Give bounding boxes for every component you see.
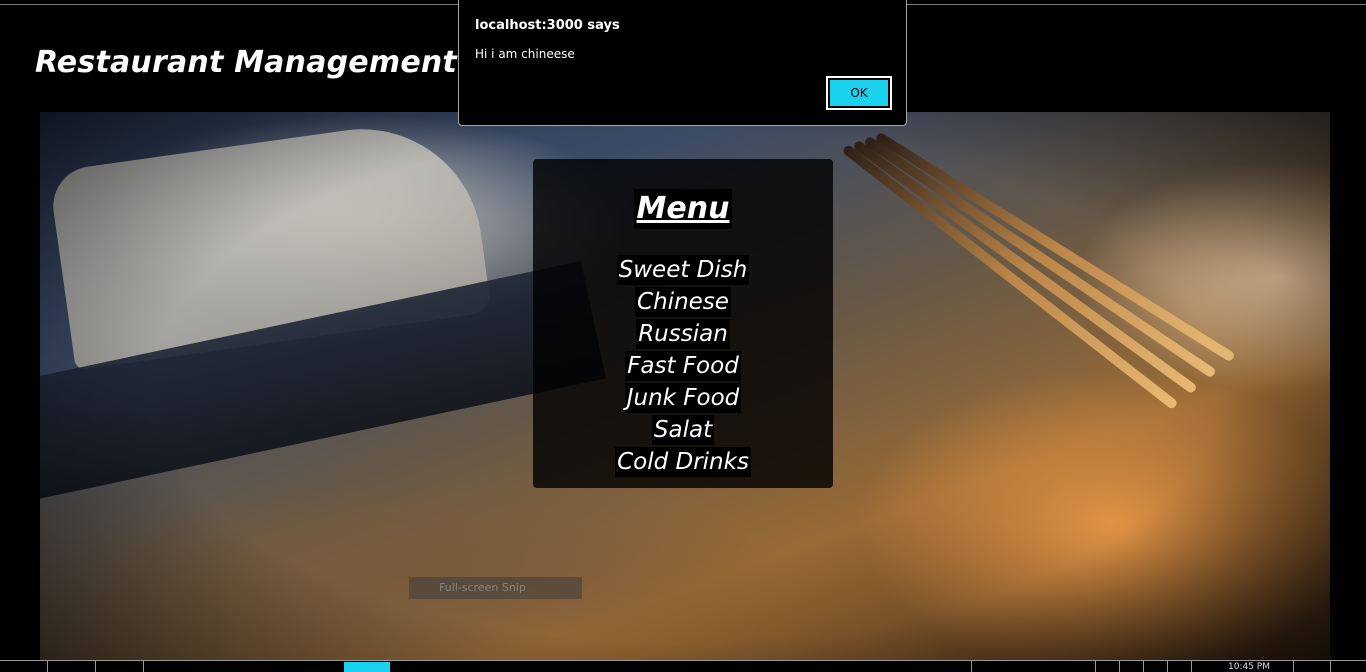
fork-tine — [874, 131, 1236, 363]
taskbar-divider — [1095, 661, 1096, 672]
fork-tine — [863, 135, 1217, 379]
napkin-image-region — [48, 113, 492, 371]
fork-tine — [852, 139, 1198, 395]
site-title: Restaurant Management sys — [35, 45, 524, 80]
menu-list: Sweet Dish Chinese Russian Fast Food Jun… — [533, 255, 833, 479]
list-item: Chinese — [533, 287, 833, 319]
taskbar-divider — [1191, 661, 1192, 672]
menu-item-salat[interactable]: Salat — [651, 415, 715, 445]
dialog-message: Hi i am chineese — [475, 47, 575, 61]
alert-dialog: localhost:3000 says Hi i am chineese OK — [458, 0, 907, 126]
list-item: Sweet Dish — [533, 255, 833, 287]
menu-heading: Menu — [633, 189, 733, 229]
list-item: Russian — [533, 319, 833, 351]
menu-item-cold-drinks[interactable]: Cold Drinks — [615, 447, 751, 477]
ok-button[interactable]: OK — [826, 76, 892, 110]
taskbar-divider — [1143, 661, 1144, 672]
list-item: Cold Drinks — [533, 447, 833, 479]
plate-image-region — [40, 260, 606, 504]
menu-panel: Menu Sweet Dish Chinese Russian Fast Foo… — [533, 159, 833, 488]
dialog-title: localhost:3000 says — [475, 18, 620, 33]
menu-item-sweet-dish[interactable]: Sweet Dish — [616, 255, 750, 285]
taskbar-divider — [143, 661, 144, 672]
taskbar-divider — [1119, 661, 1120, 672]
menu-item-russian[interactable]: Russian — [636, 319, 730, 349]
taskbar-divider — [95, 661, 96, 672]
taskbar-divider — [47, 661, 48, 672]
taskbar-divider — [1330, 661, 1331, 672]
taskbar-divider — [1293, 661, 1294, 672]
menu-item-junk-food[interactable]: Junk Food — [624, 383, 742, 413]
taskbar-divider — [971, 661, 972, 672]
menu-item-chinese[interactable]: Chinese — [635, 287, 731, 317]
taskbar-divider — [1167, 661, 1168, 672]
snip-tool-label: Full-screen Snip — [409, 577, 582, 599]
list-item: Salat — [533, 415, 833, 447]
list-item: Junk Food — [533, 383, 833, 415]
list-item: Fast Food — [533, 351, 833, 383]
taskbar: 10:45 PM — [0, 660, 1366, 672]
fork-tine — [841, 143, 1179, 411]
menu-item-fast-food[interactable]: Fast Food — [625, 351, 741, 381]
